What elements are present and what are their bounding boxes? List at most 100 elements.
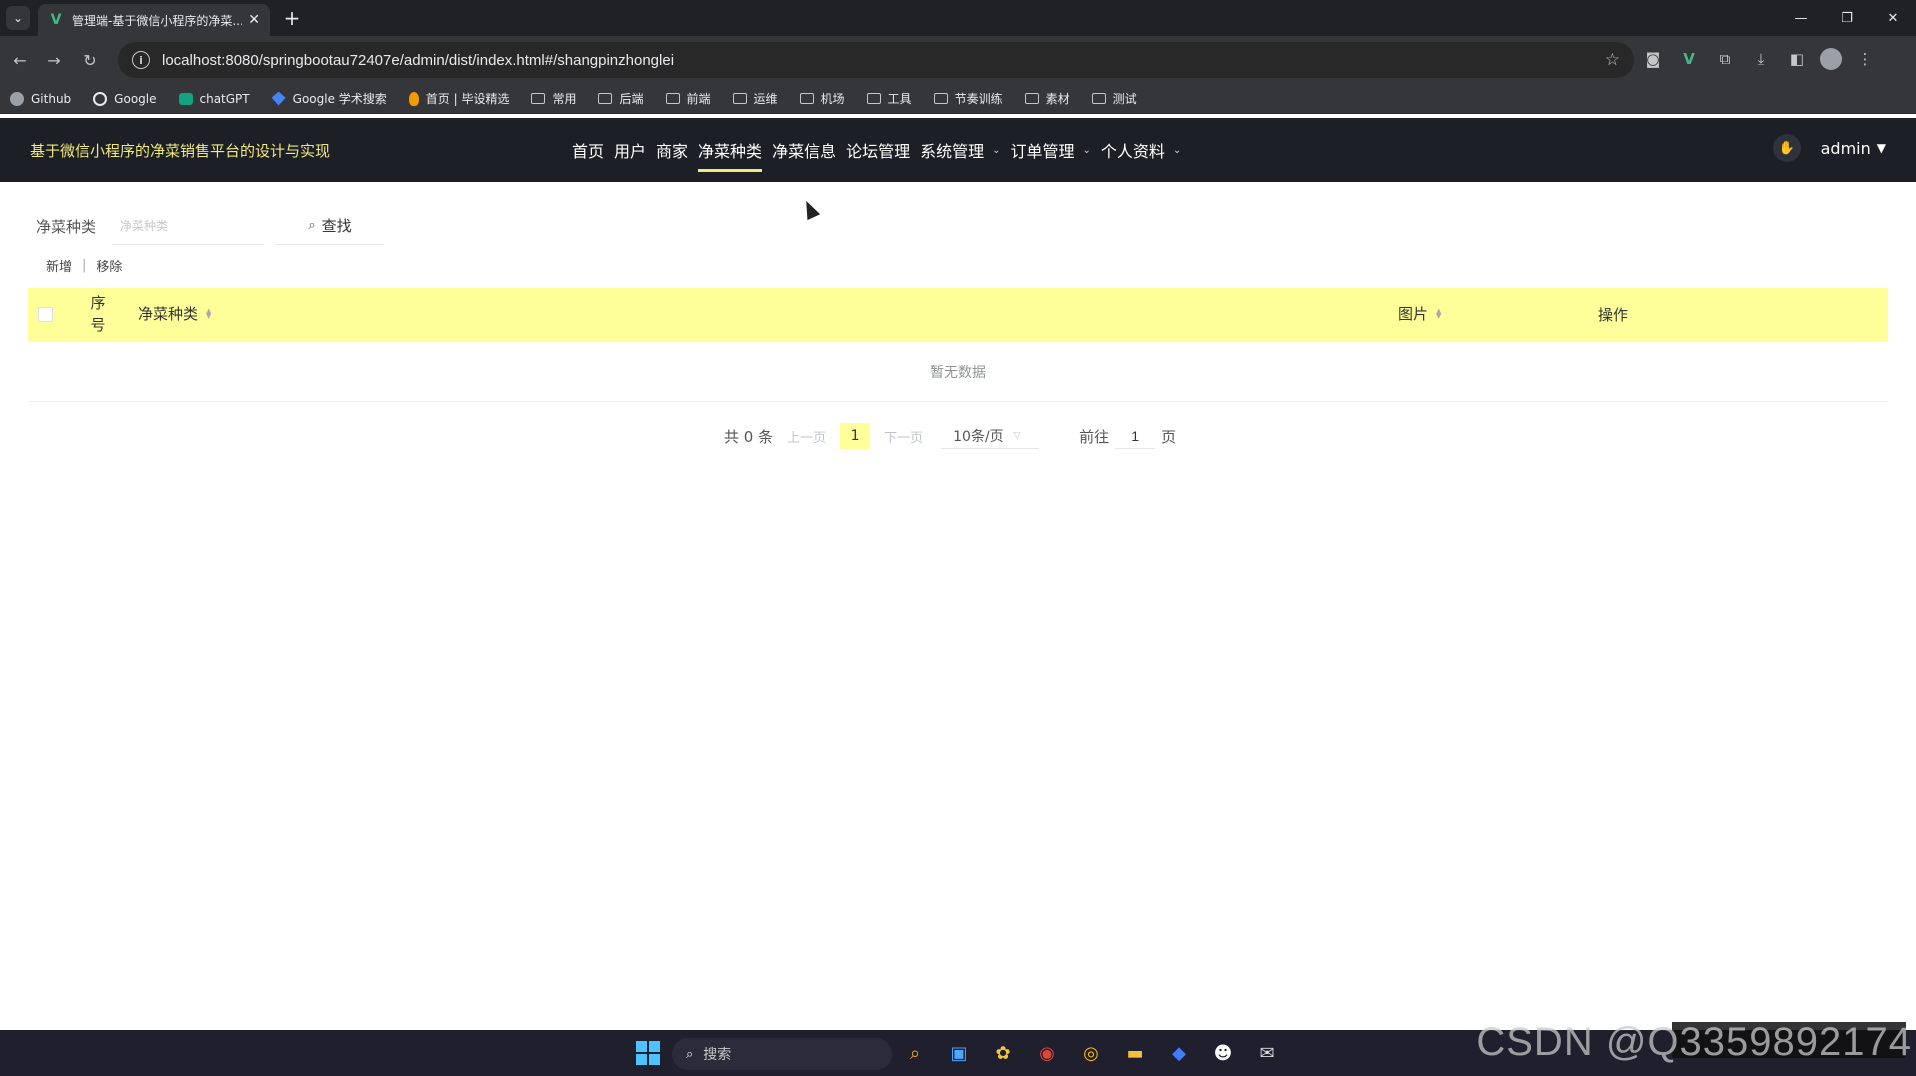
tab-close-icon[interactable]: ✕ [248,12,260,28]
bookmark-item[interactable]: 机场 [799,90,845,107]
user-name[interactable]: admin [1821,139,1871,158]
more-menu-icon[interactable]: ⋮ [1852,46,1878,72]
prev-page-button[interactable]: 上一页 [787,427,826,446]
add-button[interactable]: 新增 [46,256,72,275]
bookmark-item[interactable]: Google 学术搜索 [271,90,387,107]
column-header-category[interactable]: 净菜种类 ▲ ▼ [138,303,211,324]
bookmark-item[interactable]: 节奏训练 [933,90,1003,107]
nav-item[interactable]: 首页 [572,118,604,182]
incognito-icon[interactable]: ◙ [1640,46,1666,72]
restore-icon[interactable]: ❐ [1824,0,1870,36]
sort-icon[interactable]: ▲ ▼ [206,307,211,319]
tab-search-chevron-icon[interactable]: ⌄ [6,6,30,30]
bookmark-item[interactable]: 后端 [598,90,644,107]
site-info-icon[interactable]: i [132,51,150,69]
remove-button[interactable]: 移除 [96,256,122,275]
side-panel-icon[interactable]: ◧ [1784,46,1810,72]
category-search-input[interactable] [112,207,264,245]
app-header: 基于微信小程序的净菜销售平台的设计与实现 首页 用户 商家 净菜种类 净菜信息 论坛管理系… [0,118,1916,182]
action-divider: | [82,258,87,273]
category-header-label: 净菜种类 [138,305,199,323]
window-close-icon[interactable]: ✕ [1870,0,1916,36]
bookmark-label: Github [31,91,72,106]
browser-toolbar: ← → ↻ i localhost:8080/springbootau72407… [0,36,1916,84]
nav-item[interactable]: 个人资料 ⌄ [1101,118,1181,182]
toolbar-extensions: ◙ V ⧉ ⤓ ◧ ⋮ [1640,46,1878,72]
next-page-button[interactable]: 下一页 [884,427,923,446]
jetbrains-icon[interactable]: ◆ [1164,1038,1194,1068]
browser-tab-active[interactable]: V 管理端-基于微信小程序的净菜... ✕ [38,4,270,36]
windows-start-icon[interactable] [636,1041,660,1065]
nav-item[interactable]: 净菜种类 [698,118,763,182]
reload-icon[interactable]: ↻ [78,48,102,72]
nav-item[interactable]: 商家 [656,118,688,182]
back-arrow-icon[interactable]: ← [8,48,32,72]
address-bar[interactable]: i localhost:8080/springbootau72407e/admi… [118,42,1634,78]
wechat-icon[interactable]: ✉ [1252,1038,1282,1068]
remote-desktop-icon[interactable]: ▣ [944,1038,974,1068]
search-icon: ⌕ [308,218,316,233]
file-explorer-icon[interactable]: ▬ [1120,1038,1150,1068]
bookmark-label: 工具 [887,92,912,106]
column-header-image[interactable]: 图片 ▲ ▼ [1398,303,1441,324]
paw-app-icon[interactable]: ✿ [988,1038,1018,1068]
vue-devtools-icon[interactable]: V [1676,46,1702,72]
bookmark-label: 首页 | 毕设精选 [425,92,510,106]
nav-item-label: 订单管理 [1010,142,1075,161]
nav-item[interactable]: 论坛管理 [846,118,910,182]
bookmark-item[interactable]: Google [93,91,157,106]
page-size-select[interactable]: 10条/页 ▽ [941,423,1040,449]
qq-icon[interactable]: ☻ [1208,1038,1238,1068]
mouse-cursor-icon [799,197,821,221]
sort-icon[interactable]: ▲ ▼ [1436,307,1441,319]
nav-item[interactable]: 订单管理 ⌄ [1011,118,1091,182]
caret-down-icon[interactable]: ▼ [1877,141,1886,155]
download-icon[interactable]: ⤓ [1748,46,1774,72]
nav-item-label: 首页 [572,142,605,161]
bookmark-star-icon[interactable]: ☆ [1605,50,1620,70]
search-button-label: 查找 [321,217,352,235]
profile-avatar[interactable] [1820,48,1842,70]
bookmark-item[interactable]: 工具 [866,90,912,107]
bookmark-item[interactable]: Github [10,91,72,106]
folder-icon [732,93,747,104]
nav-item[interactable]: 用户 [614,118,646,182]
minimize-icon[interactable]: — [1778,0,1824,36]
index-header-line1: 序 [90,294,106,312]
table-header: 序 号 净菜种类 ▲ ▼ 图片 ▲ ▼ 操作 [28,288,1888,342]
empty-state-text: 暂无数据 [930,364,986,381]
user-menu[interactable]: ✋ admin ▼ [1772,134,1886,162]
taskbar-search[interactable]: ⌕ 搜索 [672,1038,892,1070]
bookmark-label: 素材 [1045,92,1070,106]
search-button[interactable]: ⌕ 查找 [276,207,384,245]
bookmark-label: 前端 [686,92,711,106]
chrome-icon[interactable]: ◎ [1076,1038,1106,1068]
bookmark-label: Google 学术搜索 [292,92,387,106]
user-avatar-icon[interactable]: ✋ [1772,134,1801,162]
bookmark-item[interactable]: chatGPT [178,92,250,106]
bookmark-item[interactable]: 素材 [1024,90,1070,107]
action-row: 新增 | 移除 [46,256,122,275]
bookmark-item[interactable]: 首页 | 毕设精选 [408,90,510,107]
chevron-down-icon: ⌄ [1172,144,1182,156]
bookmark-item[interactable]: 运维 [732,90,778,107]
bookmark-item[interactable]: 常用 [531,90,576,107]
nav-item[interactable]: 系统管理 ⌄ [920,118,1000,182]
page-number-current[interactable]: 1 [840,423,871,449]
goto-page-input[interactable] [1115,423,1156,449]
new-tab-plus-icon[interactable]: + [280,6,304,30]
nav-item[interactable]: 净菜信息 [772,118,836,182]
column-header-index: 序 号 [88,292,108,336]
bookmark-label: 测试 [1112,92,1137,106]
forward-arrow-icon[interactable]: → [42,48,66,72]
search-app-icon[interactable]: ⌕ [900,1038,930,1068]
taskbar-search-label: 搜索 [703,1047,732,1063]
bookmark-item[interactable]: 测试 [1091,90,1137,107]
extensions-puzzle-icon[interactable]: ⧉ [1712,46,1738,72]
url-text[interactable]: localhost:8080/springbootau72407e/admin/… [162,52,674,69]
folder-icon [1024,93,1039,104]
select-all-checkbox[interactable] [38,307,53,322]
circle-icon [10,91,24,106]
snail-app-icon[interactable]: ◉ [1032,1038,1062,1068]
bookmark-item[interactable]: 前端 [665,90,711,107]
